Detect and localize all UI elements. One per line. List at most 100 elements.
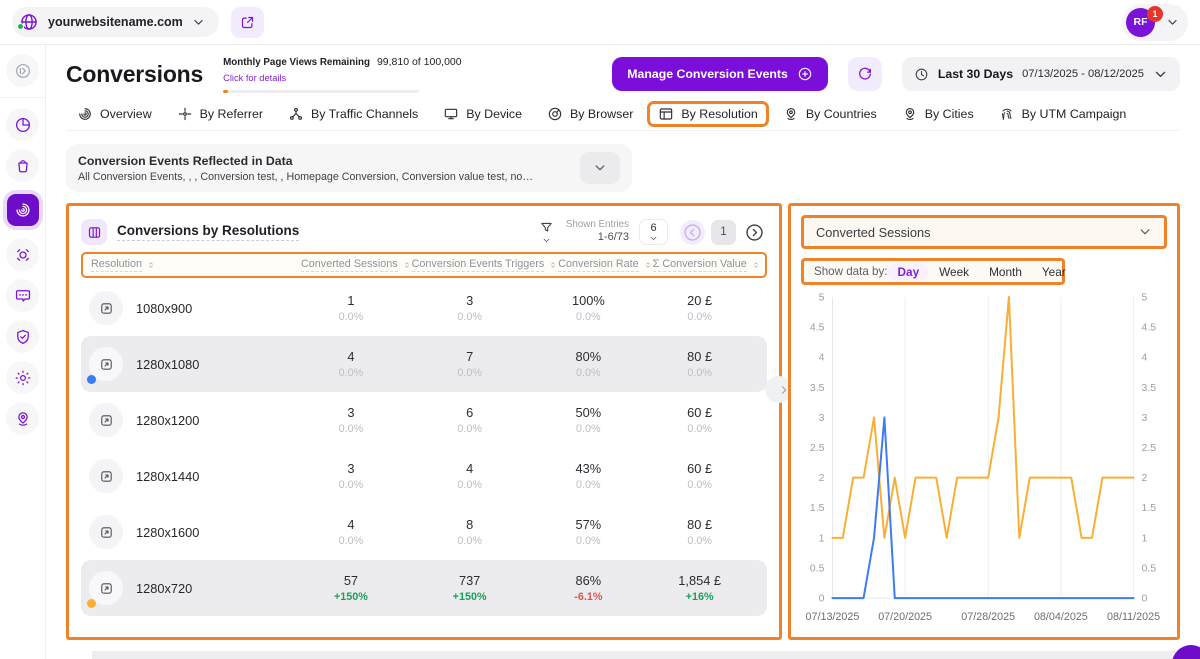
column-header-conversion-events-triggers[interactable]: Conversion Events Triggers (412, 258, 559, 272)
column-header--conversion-value[interactable]: Σ Conversion Value (653, 258, 761, 272)
metric-value: 57% (536, 517, 640, 532)
tab-by-device[interactable]: By Device (432, 101, 533, 127)
next-page-button[interactable] (742, 220, 767, 245)
sidebar-item-visitors[interactable] (6, 402, 39, 435)
clock-icon (914, 67, 929, 82)
metric-change: 0.0% (536, 535, 640, 547)
svg-text:0.5: 0.5 (1142, 563, 1157, 574)
arrow-right-circle-icon (744, 222, 765, 243)
conversion-events-filter[interactable]: Conversion Events Reflected in Data All … (66, 144, 632, 192)
svg-text:2: 2 (819, 473, 825, 484)
table-row-1280x720[interactable]: 1280x72057+150%737+150%86%-6.1%1,854 £+1… (81, 560, 767, 616)
table-row-1280x1440[interactable]: 1280x144030.0%40.0%43%0.0%60 £0.0% (81, 448, 767, 504)
show-data-by-label: Show data by: (814, 265, 887, 278)
manage-conversion-events-button[interactable]: Manage Conversion Events (612, 57, 828, 91)
sidebar-item-shopping-bag[interactable] (6, 149, 39, 182)
metric-value: 4 (403, 461, 537, 476)
column-header-conversion-rate[interactable]: Conversion Rate (558, 258, 652, 272)
tab-label: By UTM Campaign (1022, 107, 1127, 121)
metric-change: 0.0% (403, 423, 537, 435)
tab-overview[interactable]: Overview (66, 101, 163, 127)
browser-icon (547, 106, 563, 122)
shown-entries-label: Shown Entries (566, 219, 629, 231)
metric-value: 1 (299, 293, 403, 308)
metric-value: 6 (403, 405, 537, 420)
metric-change: 0.0% (403, 479, 537, 491)
metric-change: 0.0% (403, 535, 537, 547)
table-row-1280x1600[interactable]: 1280x160040.0%80.0%57%0.0%80 £0.0% (81, 504, 767, 560)
metric-change: 0.0% (299, 423, 403, 435)
prev-page-button[interactable] (680, 220, 705, 245)
period-option-month[interactable]: Month (979, 263, 1032, 281)
sort-icon (548, 260, 558, 270)
website-selector[interactable]: yourwebsitename.com (12, 7, 219, 37)
chat-icon (14, 287, 32, 305)
column-header-converted-sessions[interactable]: Converted Sessions (301, 258, 412, 272)
page-header: Conversions Monthly Page Views Remaining… (66, 45, 1180, 90)
plus-circle-icon (797, 66, 813, 82)
period-option-week[interactable]: Week (929, 263, 979, 281)
tab-by-utm-campaign[interactable]: By UTM Campaign (988, 101, 1138, 127)
tab-by-referrer[interactable]: By Referrer (166, 101, 274, 127)
sidebar-item-collapse[interactable] (6, 54, 39, 87)
metric-change: 0.0% (536, 423, 640, 435)
pageviews-details-link[interactable]: Click for details (223, 73, 286, 83)
sidebar-item-chat[interactable] (6, 279, 39, 312)
metric-value: 3 (299, 461, 403, 476)
sort-icon (146, 260, 156, 270)
sidebar-item-gear[interactable] (6, 361, 39, 394)
sidebar-item-target[interactable] (6, 238, 39, 271)
svg-text:0: 0 (819, 594, 825, 605)
table-row-1280x1080[interactable]: 1280x108040.0%70.0%80%0.0%80 £0.0% (81, 336, 767, 392)
svg-text:3: 3 (819, 413, 825, 424)
metric-cell: 40.0% (299, 517, 403, 547)
filter-button[interactable] (539, 220, 554, 245)
period-option-day[interactable]: Day (887, 263, 929, 281)
metric-cell: 737+150% (403, 573, 537, 603)
metric-select[interactable]: Converted Sessions (801, 215, 1167, 249)
table-title: Conversions by Resolutions (117, 223, 299, 241)
metric-cell: 6 0.0% (403, 405, 537, 435)
account-menu[interactable]: RF 1 (1122, 4, 1188, 41)
period-option-year[interactable]: Year (1032, 263, 1076, 281)
page-bottom-strip (92, 651, 1200, 659)
metric-change: 0.0% (640, 367, 759, 379)
chevron-down-icon (593, 161, 607, 175)
date-range-label: Last 30 Days (938, 67, 1013, 81)
resolution-label: 1080x900 (136, 301, 192, 316)
resolution-cell: 1280x1440 (89, 459, 299, 493)
panels-row: Conversions by Resolutions Shown Entries… (66, 203, 1180, 640)
table-row-1080x900[interactable]: 1080x90010.0%30.0%100%0.0%20 £0.0% (81, 280, 767, 336)
svg-text:4: 4 (819, 353, 825, 364)
metric-change: 0.0% (403, 367, 537, 379)
current-page[interactable]: 1 (711, 220, 736, 245)
metric-cell: 70.0% (403, 349, 537, 379)
refresh-button[interactable] (848, 57, 882, 91)
date-range-picker[interactable]: Last 30 Days 07/13/2025 - 08/12/2025 (902, 57, 1180, 91)
tab-by-traffic-channels[interactable]: By Traffic Channels (277, 101, 429, 127)
open-website-button[interactable] (231, 7, 264, 38)
pageviews-progressbar (223, 90, 419, 93)
column-header-resolution[interactable]: Resolution (91, 258, 301, 272)
svg-text:3.5: 3.5 (810, 383, 825, 394)
resolution-label: 1280x1200 (136, 413, 199, 428)
page-size-select[interactable]: 6 (639, 219, 668, 245)
sort-icon (402, 260, 412, 270)
series-color-dot (87, 599, 96, 608)
traffic-channels-icon (288, 106, 304, 122)
sidebar-item-conversions-active[interactable] (3, 190, 43, 230)
sidebar-item-pie-chart[interactable] (6, 108, 39, 141)
tab-by-browser[interactable]: By Browser (536, 101, 644, 127)
sort-icon (751, 260, 761, 270)
tab-by-resolution[interactable]: By Resolution (647, 101, 768, 127)
external-link-icon (240, 15, 255, 30)
table-row-1280x1200[interactable]: 1280x120030.0%60.0%50%0.0%60 £0.0% (81, 392, 767, 448)
show-data-by: Show data by: DayWeekMonthYear (801, 258, 1065, 285)
expand-events-filter-button[interactable] (580, 152, 620, 184)
tab-by-countries[interactable]: By Countries (772, 101, 888, 127)
metric-cell: 43%0.0% (536, 461, 640, 491)
metric-change: 0.0% (536, 479, 640, 491)
sidebar-item-shield-check[interactable] (6, 320, 39, 353)
sidebar-divider (0, 97, 46, 98)
tab-by-cities[interactable]: By Cities (891, 101, 985, 127)
